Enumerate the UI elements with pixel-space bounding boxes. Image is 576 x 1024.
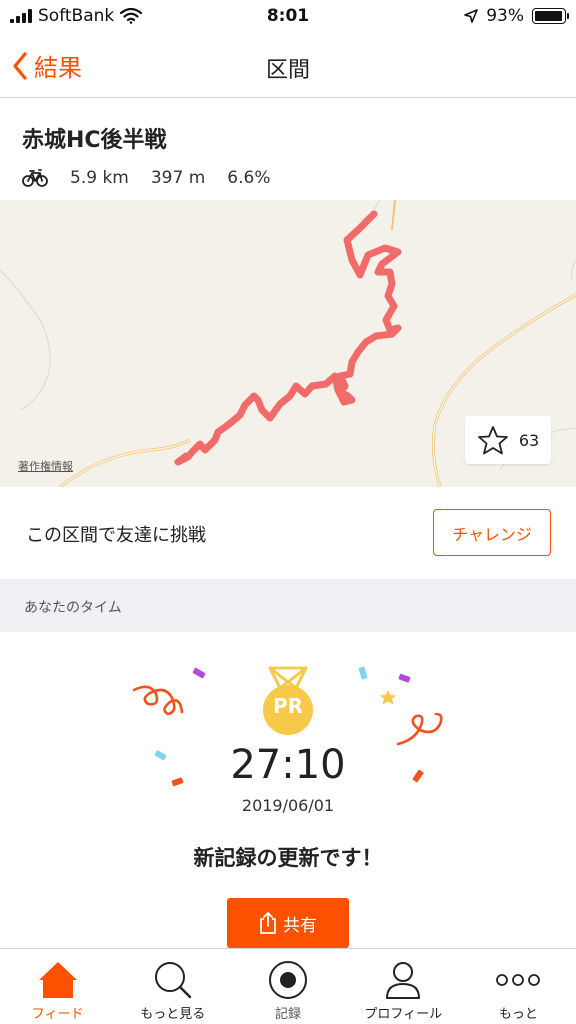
profile-icon <box>386 962 421 999</box>
more-icon <box>496 974 541 986</box>
star-segment-button[interactable]: 63 <box>465 416 551 464</box>
tab-profile-label: プロフィール <box>364 1007 443 1022</box>
segment-distance: 5.9 km <box>70 168 129 188</box>
pr-date: 2019/06/01 <box>241 796 335 815</box>
tab-explore-label: もっと見る <box>140 1007 206 1022</box>
pr-medal-label: PR <box>272 694 304 718</box>
challenge-button[interactable]: チャレンジ <box>433 509 551 556</box>
segment-grade: 6.6% <box>227 168 271 188</box>
status-right: 93% <box>464 6 569 26</box>
tab-record[interactable]: 記録 <box>230 949 345 1024</box>
share-button[interactable]: 共有 <box>227 898 349 948</box>
search-icon <box>154 962 191 999</box>
challenge-text: この区間で友達に挑戦 <box>26 525 206 546</box>
status-bar: SoftBank 8:01 93% <box>0 0 576 34</box>
segment-stats: 5.9 km 397 m 6.6% <box>22 168 552 188</box>
segment-header: 赤城HC後半戦 5.9 km 397 m 6.6% <box>22 122 552 188</box>
record-icon <box>269 961 307 999</box>
tab-profile[interactable]: プロフィール <box>346 949 461 1024</box>
tab-more[interactable]: もっと <box>461 949 576 1024</box>
map-credit-link[interactable]: 著作権情報 <box>18 458 73 474</box>
page-title: 区間 <box>265 58 310 83</box>
tab-explore[interactable]: もっと見る <box>115 949 230 1024</box>
your-time-section-header: あなたのタイム <box>0 579 576 632</box>
nav-bar: 結果 区間 <box>0 34 576 98</box>
battery-percent: 93% <box>486 6 524 26</box>
star-count: 63 <box>518 430 540 450</box>
share-icon <box>260 912 276 934</box>
segment-name: 赤城HC後半戦 <box>22 128 167 153</box>
section-title: あなたのタイム <box>24 600 122 616</box>
tab-feed[interactable]: フィード <box>0 949 115 1024</box>
bicycle-icon <box>22 169 48 187</box>
tab-record-label: 記録 <box>275 1007 302 1022</box>
segment-elevation: 397 m <box>150 168 206 188</box>
share-label: 共有 <box>283 915 317 936</box>
battery-icon <box>532 8 569 24</box>
home-icon <box>38 962 77 998</box>
tab-feed-label: フィード <box>31 1007 84 1022</box>
star-icon <box>477 426 508 455</box>
pr-time: 27:10 <box>230 742 346 788</box>
location-icon <box>464 9 479 23</box>
tab-more-label: もっと <box>498 1007 538 1022</box>
segment-route-line <box>174 210 402 466</box>
tab-bar: フィード もっと見る 記録 プロフィール もっと <box>0 948 576 1024</box>
new-record-message: 新記録の更新です！ <box>193 846 383 870</box>
